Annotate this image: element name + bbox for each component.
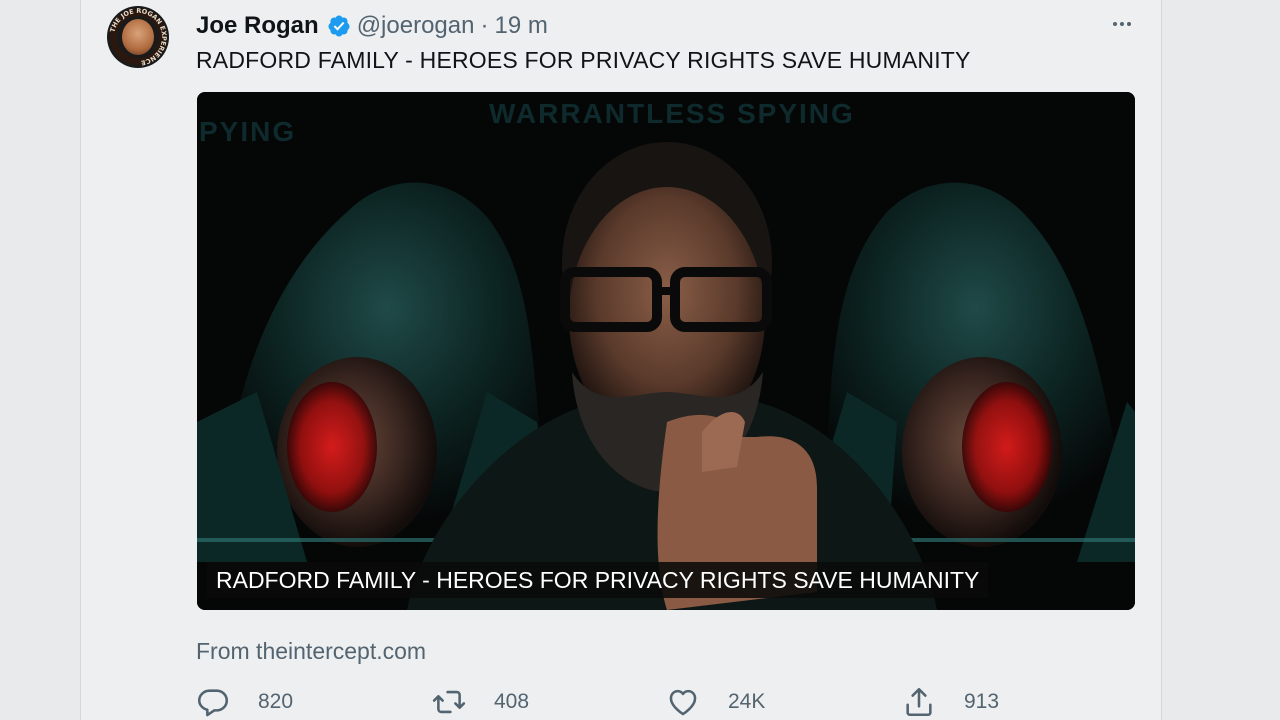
retweet-button[interactable]: 408 [432,684,529,720]
tweet-timestamp[interactable]: 19 m [494,12,547,40]
author-name[interactable]: Joe Rogan [196,12,319,40]
verified-badge-icon [327,14,351,38]
tweet-header: Joe Rogan @joerogan · 19 m [196,10,548,42]
svg-text:THE JOE ROGAN EXPERIENCE: THE JOE ROGAN EXPERIENCE [109,7,169,67]
like-button[interactable]: 24K [666,684,765,720]
avatar[interactable]: THE JOE ROGAN EXPERIENCE [107,6,169,68]
share-count: 913 [964,690,1000,713]
tweet-text: RADFORD FAMILY - HEROES FOR PRIVACY RIGH… [196,47,971,73]
page: THE JOE ROGAN EXPERIENCE Joe Rogan @joer… [0,0,1280,720]
tweet-actions: 820 408 24K 913 [196,684,1096,720]
tweet-media-image[interactable]: WARRANTLESS SPYING PYING RADFORD FAMILY … [197,92,1135,610]
share-button[interactable]: 913 [902,684,999,720]
header-separator: · [480,12,489,39]
tweet-card[interactable]: THE JOE ROGAN EXPERIENCE Joe Rogan @joer… [80,0,1162,720]
media-caption: RADFORD FAMILY - HEROES FOR PRIVACY RIGH… [207,562,989,598]
media-background-text: WARRANTLESS SPYING [489,98,855,129]
media-artwork [197,92,1135,610]
share-icon [906,687,932,717]
avatar-ring-label: THE JOE ROGAN EXPERIENCE [109,7,169,67]
retweet-icon [432,690,466,714]
avatar-logo: THE JOE ROGAN EXPERIENCE [109,7,169,67]
media-background-text-left: PYING [199,116,297,147]
source-link[interactable]: From theintercept.com [196,638,426,665]
reply-count: 820 [258,690,294,713]
more-icon[interactable] [1107,14,1137,34]
heart-icon [669,689,697,716]
author-handle[interactable]: @joerogan [357,12,475,40]
reply-icon [197,689,229,717]
retweet-count: 408 [494,690,530,713]
reply-button[interactable]: 820 [196,684,293,720]
like-count: 24K [728,690,766,713]
